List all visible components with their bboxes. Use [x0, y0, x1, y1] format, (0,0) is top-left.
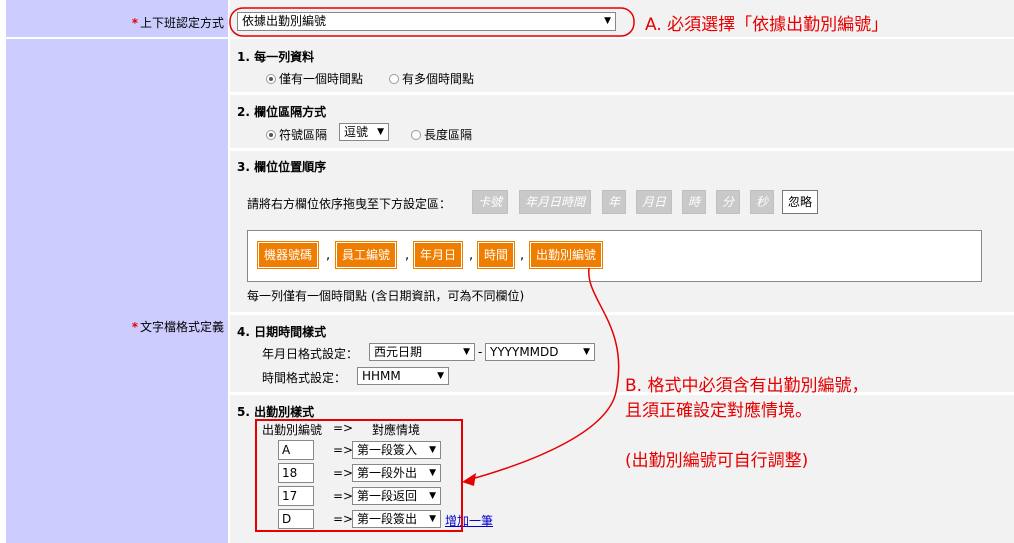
annotation-b-line2: 且須正確設定對應情境。 [625, 401, 812, 421]
annotation-b-line1: B. 格式中必須含有出勤別編號， [625, 376, 869, 396]
annotation-b-overlay [255, 267, 620, 532]
attendance-mapping-highlight [255, 419, 463, 532]
annotation-b-line3: (出勤別編號可自行調整) [625, 451, 809, 471]
arrow-head-icon [462, 473, 476, 486]
annotation-b-arrow [467, 267, 620, 481]
